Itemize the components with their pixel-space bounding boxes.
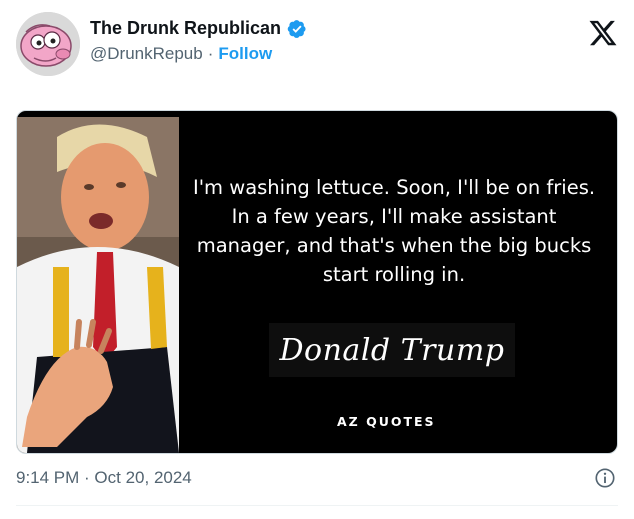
tweet-header: The Drunk Republican @DrunkRepub · Follo… xyxy=(16,10,618,80)
verified-badge-icon xyxy=(287,19,307,39)
info-icon[interactable] xyxy=(594,467,616,489)
divider xyxy=(16,505,618,506)
source-brand: AZ QUOTES xyxy=(337,414,436,429)
quote-text: I'm washing lettuce. Soon, I'll be on fr… xyxy=(192,176,596,286)
display-name[interactable]: The Drunk Republican xyxy=(90,18,281,39)
handle[interactable]: @DrunkRepub xyxy=(90,44,203,64)
tweet-timestamp[interactable]: 9:14 PM · Oct 20, 2024 xyxy=(16,468,192,488)
follow-button[interactable]: Follow xyxy=(218,44,272,64)
signature-box: Donald Trump xyxy=(269,323,515,377)
display-name-row: The Drunk Republican xyxy=(90,18,307,39)
separator: · xyxy=(207,44,214,63)
man-in-apron-photo xyxy=(17,117,179,453)
account-names: The Drunk Republican @DrunkRepub · Follo… xyxy=(90,18,307,64)
handle-row: @DrunkRepub · Follow xyxy=(90,44,307,64)
x-logo-icon[interactable] xyxy=(588,18,618,48)
avatar[interactable] xyxy=(16,12,80,76)
author-signature: Donald Trump xyxy=(279,332,505,368)
quote-image[interactable]: I'm washing lettuce. Soon, I'll be on fr… xyxy=(16,110,618,454)
pink-cartoon-avatar-icon xyxy=(16,12,80,76)
